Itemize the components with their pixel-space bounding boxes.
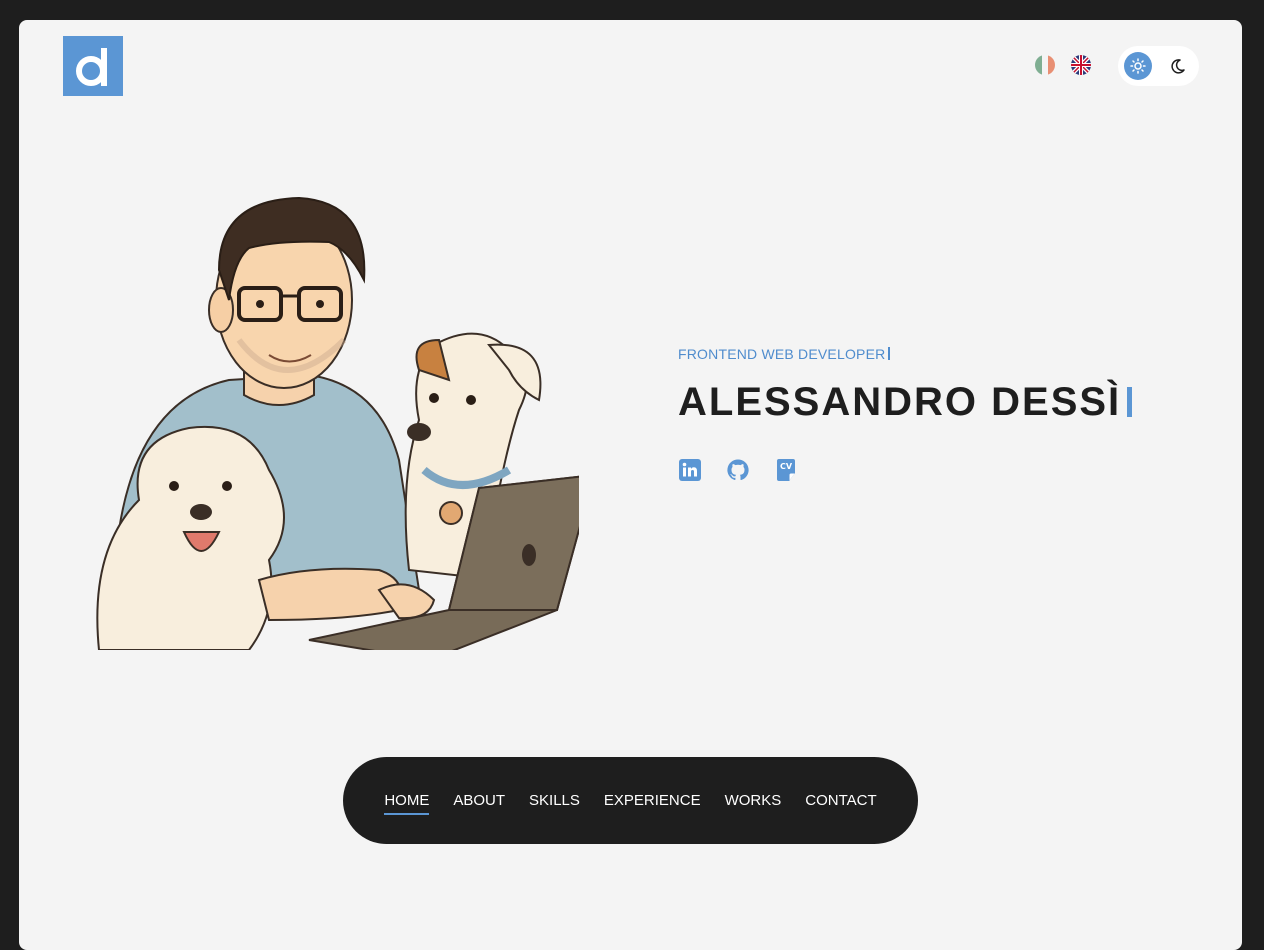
site-logo[interactable] [63, 36, 123, 96]
nav-home[interactable]: HOME [384, 792, 430, 815]
name-caret [1127, 387, 1133, 417]
sun-icon [1130, 58, 1146, 74]
dark-mode-button[interactable] [1164, 52, 1192, 80]
svg-text:CV: CV [780, 462, 793, 471]
subtitle-caret [888, 347, 891, 360]
italy-flag-icon [1035, 55, 1055, 75]
nav-about[interactable]: ABOUT [453, 792, 505, 815]
cv-icon: CV [777, 459, 795, 481]
linkedin-icon [679, 459, 701, 481]
hero-name-text: ALESSANDRO DESSÌ [678, 380, 1122, 424]
cv-download-link[interactable]: CV [774, 458, 798, 482]
main-navigation: HOME ABOUT SKILLS EXPERIENCE WORKS CONTA… [343, 757, 918, 844]
developer-with-dogs-illustration [96, 196, 579, 650]
nav-skills[interactable]: SKILLS [529, 792, 580, 815]
social-links: CV [678, 458, 798, 482]
linkedin-link[interactable] [678, 458, 702, 482]
moon-icon [1171, 59, 1185, 74]
github-link[interactable] [726, 458, 750, 482]
logo-d-icon [76, 48, 107, 86]
english-language-button[interactable] [1071, 55, 1091, 75]
hero-subtitle: FRONTEND WEB DEVELOPER [678, 346, 891, 362]
nav-experience[interactable]: EXPERIENCE [604, 792, 701, 815]
uk-flag-icon [1071, 55, 1091, 75]
nav-contact[interactable]: CONTACT [805, 792, 876, 815]
theme-toggle [1118, 46, 1199, 86]
page: FRONTEND WEB DEVELOPER ALESSANDRO DESSÌ … [19, 20, 1242, 950]
light-mode-button[interactable] [1124, 52, 1152, 80]
language-switcher [1035, 55, 1091, 75]
hero-subtitle-text: FRONTEND WEB DEVELOPER [678, 346, 886, 362]
italian-language-button[interactable] [1035, 55, 1055, 75]
hero-name: ALESSANDRO DESSÌ [678, 380, 1133, 425]
github-icon [727, 459, 749, 481]
nav-works[interactable]: WORKS [725, 792, 782, 815]
